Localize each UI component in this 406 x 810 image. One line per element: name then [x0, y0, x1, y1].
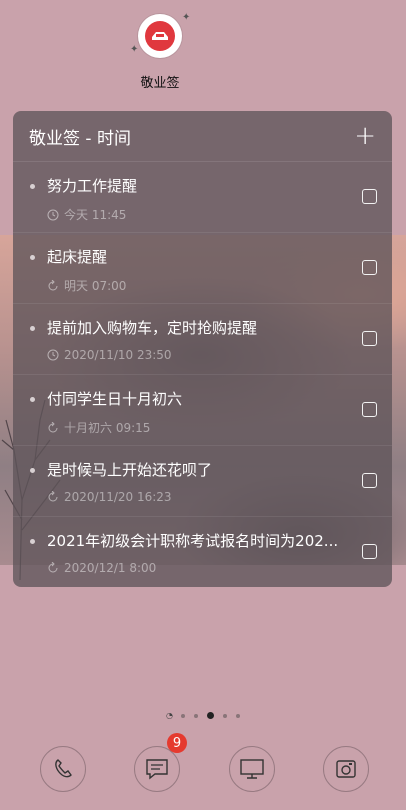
reminder-time: 2020/11/10 23:50 — [47, 348, 172, 362]
reminder-item[interactable]: 2021年初级会计职称考试报名时间为202... 2020/12/1 8:00 — [13, 517, 392, 587]
reminder-title: 努力工作提醒 — [47, 177, 138, 195]
bullet-dot — [30, 468, 35, 473]
bullet-dot — [30, 539, 35, 544]
desktop-button[interactable] — [229, 746, 275, 792]
reminder-item[interactable]: 提前加入购物车，定时抢购提醒 2020/11/10 23:50 — [13, 304, 392, 375]
phone-icon — [55, 759, 72, 778]
page-dot — [194, 713, 198, 718]
repeat-icon — [48, 562, 58, 573]
reminder-item[interactable]: 付同学生日十月初六 十月初六 09:15 — [13, 375, 392, 446]
messages-button[interactable]: 9 — [134, 733, 187, 792]
bullet-dot — [30, 326, 35, 331]
widget-title: 敬业签 - 时间 — [29, 128, 131, 149]
repeat-icon — [48, 279, 58, 290]
reminder-time-text: 2020/11/20 16:23 — [64, 490, 172, 504]
page-dot — [181, 713, 185, 718]
bullet-dot — [30, 184, 35, 189]
reminder-time-text: 今天 11:45 — [64, 208, 127, 222]
add-reminder-button[interactable]: + — [354, 123, 376, 149]
page-dot-clock-icon: ◔ — [166, 710, 173, 720]
reminder-time: 今天 11:45 — [47, 206, 126, 223]
reminder-title: 付同学生日十月初六 — [47, 390, 183, 408]
messages-icon — [146, 759, 168, 780]
reminder-title: 起床提醒 — [47, 248, 108, 266]
clock-icon — [47, 349, 59, 361]
reminder-checkbox[interactable] — [362, 473, 377, 488]
reminder-title: 是时候马上开始还花呗了 — [47, 461, 213, 479]
sparkle-icon: ✦ — [182, 12, 191, 23]
reminder-time-text: 明天 07:00 — [64, 279, 127, 293]
car-logo-icon — [152, 32, 168, 40]
messages-badge: 9 — [167, 733, 187, 753]
desktop-icon — [240, 759, 264, 779]
page-dot-active — [207, 712, 214, 719]
reminder-widget: 敬业签 - 时间 + 努力工作提醒 今天 11:45 起床提醒 明天 07:00… — [13, 111, 392, 587]
reminder-time-text: 2020/12/1 8:00 — [64, 561, 157, 575]
reminder-title: 提前加入购物车，定时抢购提醒 — [47, 319, 258, 337]
app-label: 敬业签 — [140, 76, 180, 91]
bullet-dot — [30, 397, 35, 402]
reminder-item[interactable]: 是时候马上开始还花呗了 2020/11/20 16:23 — [13, 446, 392, 517]
reminder-title: 2021年初级会计职称考试报名时间为202... — [47, 532, 339, 550]
reminder-checkbox[interactable] — [362, 544, 377, 559]
camera-button[interactable] — [323, 746, 369, 792]
reminder-time: 十月初六 09:15 — [47, 419, 150, 436]
phone-button[interactable] — [40, 746, 86, 792]
reminder-checkbox[interactable] — [362, 331, 377, 346]
widget-header: 敬业签 - 时间 + — [13, 111, 392, 162]
reminder-item[interactable]: 努力工作提醒 今天 11:45 — [13, 162, 392, 233]
reminder-checkbox[interactable] — [362, 260, 377, 275]
app-shortcut-jingyeqian[interactable]: ✦ ✦ 敬业签 — [130, 12, 190, 91]
reminder-checkbox[interactable] — [362, 189, 377, 204]
jingyeqian-app-icon[interactable]: ✦ ✦ — [130, 12, 190, 58]
repeat-icon — [48, 421, 58, 432]
camera-icon — [336, 760, 356, 778]
bullet-dot — [30, 255, 35, 260]
reminder-time: 2020/11/20 16:23 — [47, 490, 172, 504]
reminder-time: 明天 07:00 — [47, 277, 126, 294]
reminder-time-text: 2020/11/10 23:50 — [64, 348, 172, 362]
reminder-checkbox[interactable] — [362, 402, 377, 417]
clock-icon — [47, 209, 59, 220]
dock: 9 — [0, 733, 406, 802]
page-dot — [223, 713, 227, 718]
page-dot — [236, 713, 240, 718]
page-indicator: ◔ — [0, 710, 406, 720]
reminder-time: 2020/12/1 8:00 — [47, 561, 156, 575]
sparkle-icon: ✦ — [130, 44, 139, 55]
reminder-item[interactable]: 起床提醒 明天 07:00 — [13, 233, 392, 304]
reminder-time-text: 十月初六 09:15 — [64, 421, 151, 435]
repeat-icon — [48, 491, 58, 502]
